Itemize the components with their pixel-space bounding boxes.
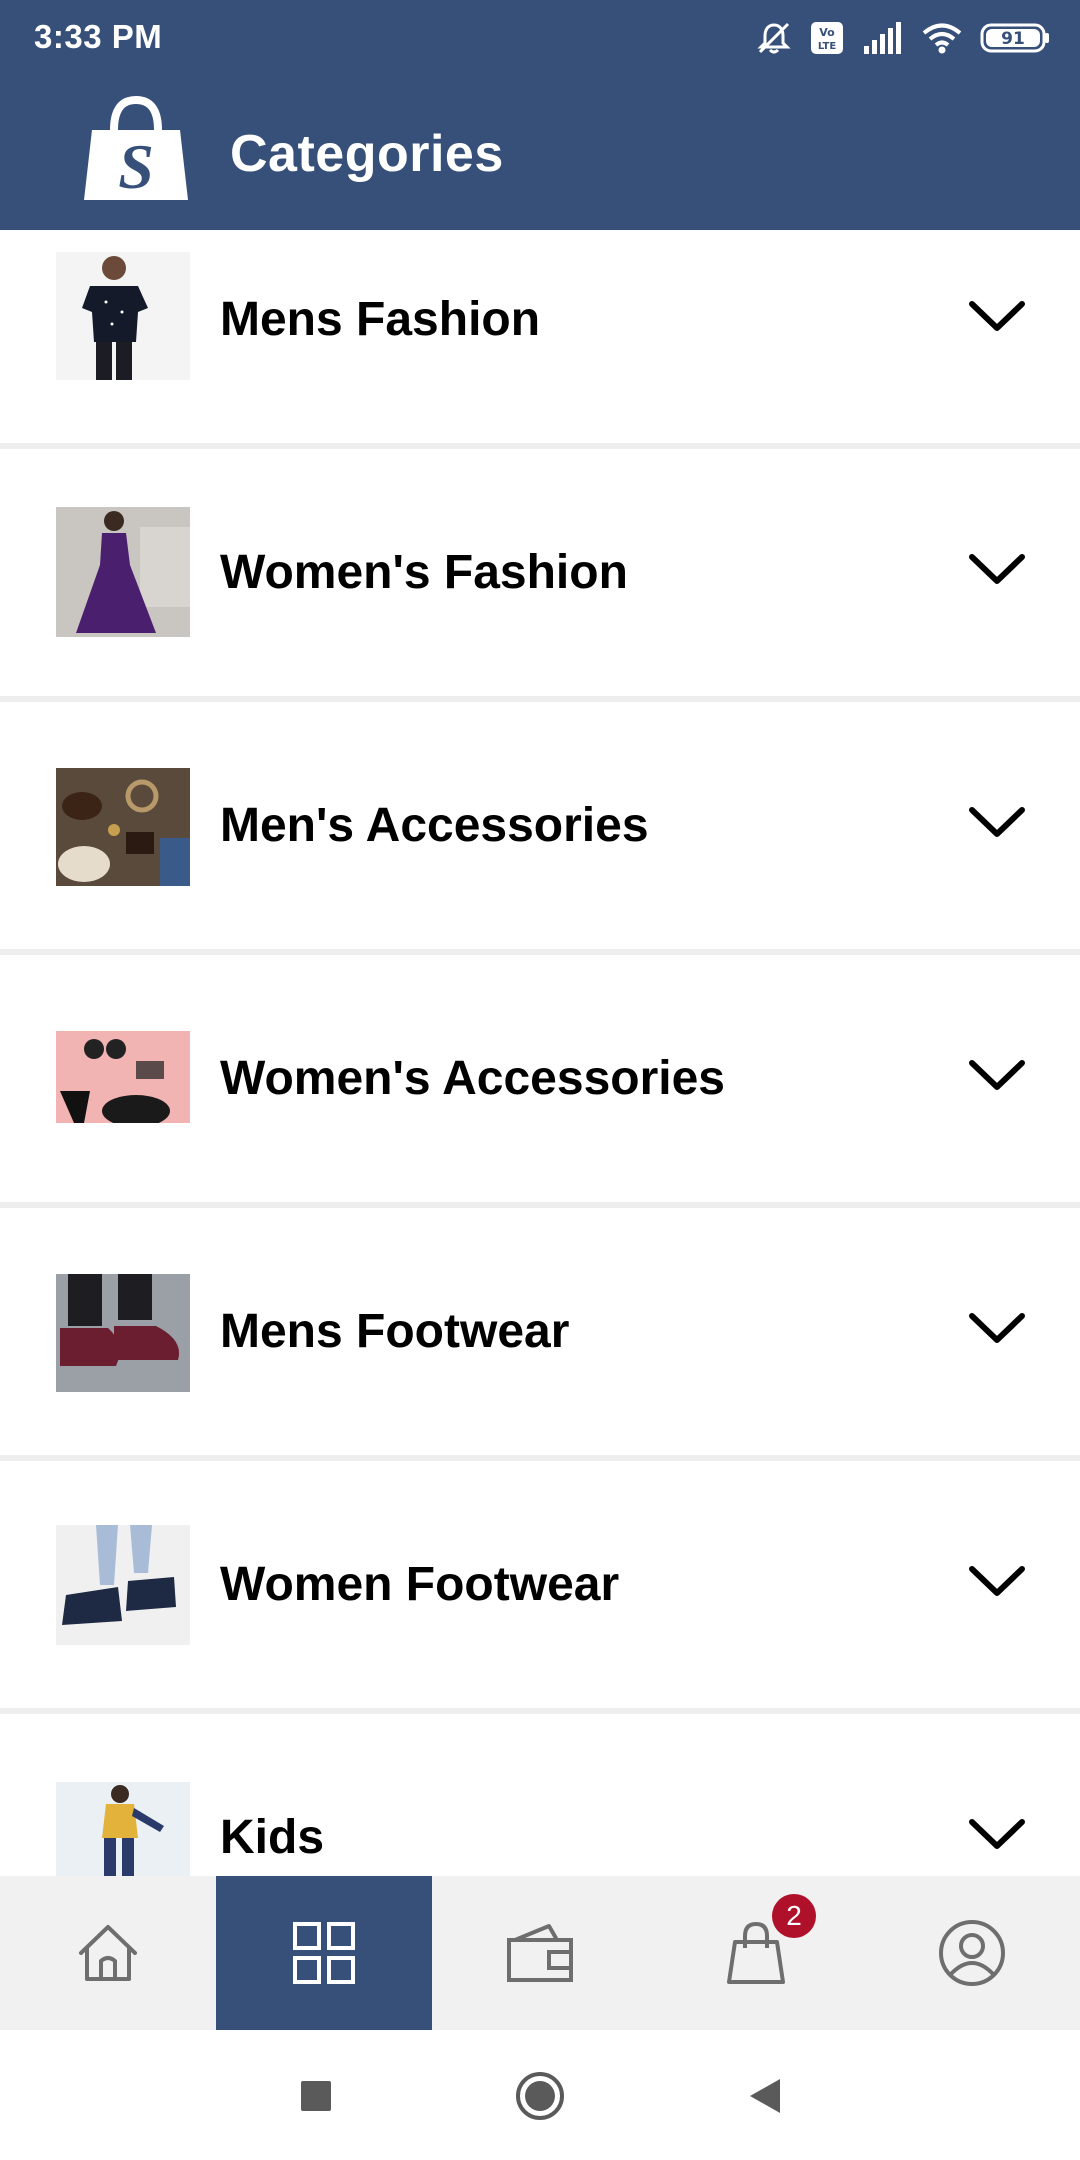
wallet-icon [507, 1924, 573, 1982]
page-title: Categories [230, 125, 504, 183]
category-label: Women's Accessories [220, 1052, 725, 1105]
chevron-down-icon[interactable] [968, 1310, 1026, 1346]
bottom-navigation: 2 [0, 1876, 1080, 2030]
shop-logo-icon: S [80, 95, 192, 208]
status-icons: Vo LTE 91 [756, 18, 1050, 58]
category-thumbnail-womens-fashion [56, 507, 190, 637]
volte-icon: Vo LTE [810, 21, 844, 55]
home-system-button[interactable] [510, 2066, 570, 2126]
status-time: 3:33 PM [34, 18, 163, 55]
category-thumbnail-kids [56, 1782, 190, 1876]
category-label: Kids [220, 1811, 325, 1864]
svg-text:LTE: LTE [818, 41, 837, 52]
chevron-down-icon[interactable] [968, 1057, 1026, 1093]
recents-square-icon [301, 2081, 331, 2111]
category-thumbnail-women-footwear [56, 1525, 190, 1645]
system-navigation-bar [0, 2030, 1080, 2160]
category-label: Women Footwear [220, 1558, 620, 1611]
top-bar: 3:33 PM Vo LTE 91 S Categories [0, 0, 1080, 230]
category-thumbnail-mens-fashion [56, 252, 190, 380]
category-label: Women's Fashion [220, 546, 628, 599]
profile-icon [939, 1920, 1005, 1986]
category-thumbnail-womens-accessories [56, 1031, 190, 1123]
svg-text:Vo: Vo [819, 26, 835, 39]
chevron-down-icon[interactable] [968, 551, 1026, 587]
mute-bell-icon [756, 20, 792, 56]
nav-cart[interactable] [648, 1876, 864, 2030]
back-button[interactable] [734, 2066, 794, 2126]
nav-home[interactable] [0, 1876, 216, 2030]
category-label: Men's Accessories [220, 799, 649, 852]
category-list[interactable]: Mens Fashion Women's Fashion Men's Acces… [0, 230, 1080, 1876]
category-thumbnail-mens-accessories [56, 768, 190, 886]
nav-wallet[interactable] [432, 1876, 648, 2030]
svg-text:91: 91 [1001, 29, 1025, 49]
nav-profile[interactable] [864, 1876, 1080, 2030]
category-thumbnail-mens-footwear [56, 1274, 190, 1392]
category-row-women-footwear[interactable]: Women Footwear [0, 1461, 1080, 1708]
status-bar: 3:33 PM Vo LTE 91 [0, 0, 1080, 76]
categories-grid-icon [293, 1922, 355, 1984]
category-row-womens-accessories[interactable]: Women's Accessories [0, 955, 1080, 1202]
signal-icon [862, 22, 904, 54]
category-label: Mens Footwear [220, 1305, 570, 1358]
back-triangle-icon [750, 2079, 780, 2113]
recents-button[interactable] [286, 2066, 346, 2126]
category-row-mens-fashion[interactable]: Mens Fashion [0, 230, 1080, 443]
category-row-mens-footwear[interactable]: Mens Footwear [0, 1208, 1080, 1455]
category-row-womens-fashion[interactable]: Women's Fashion [0, 449, 1080, 696]
nav-categories[interactable] [216, 1876, 432, 2030]
chevron-down-icon[interactable] [968, 298, 1026, 334]
category-row-mens-accessories[interactable]: Men's Accessories [0, 702, 1080, 949]
home-icon [79, 1925, 137, 1981]
home-circle-icon [516, 2072, 564, 2120]
wifi-icon [922, 22, 962, 54]
chevron-down-icon[interactable] [968, 1816, 1026, 1852]
battery-icon: 91 [980, 22, 1050, 54]
cart-count-badge: 2 [772, 1894, 816, 1938]
app-bar: S Categories [0, 76, 1080, 230]
chevron-down-icon[interactable] [968, 1563, 1026, 1599]
category-row-kids[interactable]: Kids [0, 1714, 1080, 1876]
svg-text:S: S [118, 131, 154, 202]
chevron-down-icon[interactable] [968, 804, 1026, 840]
category-label: Mens Fashion [220, 293, 541, 346]
